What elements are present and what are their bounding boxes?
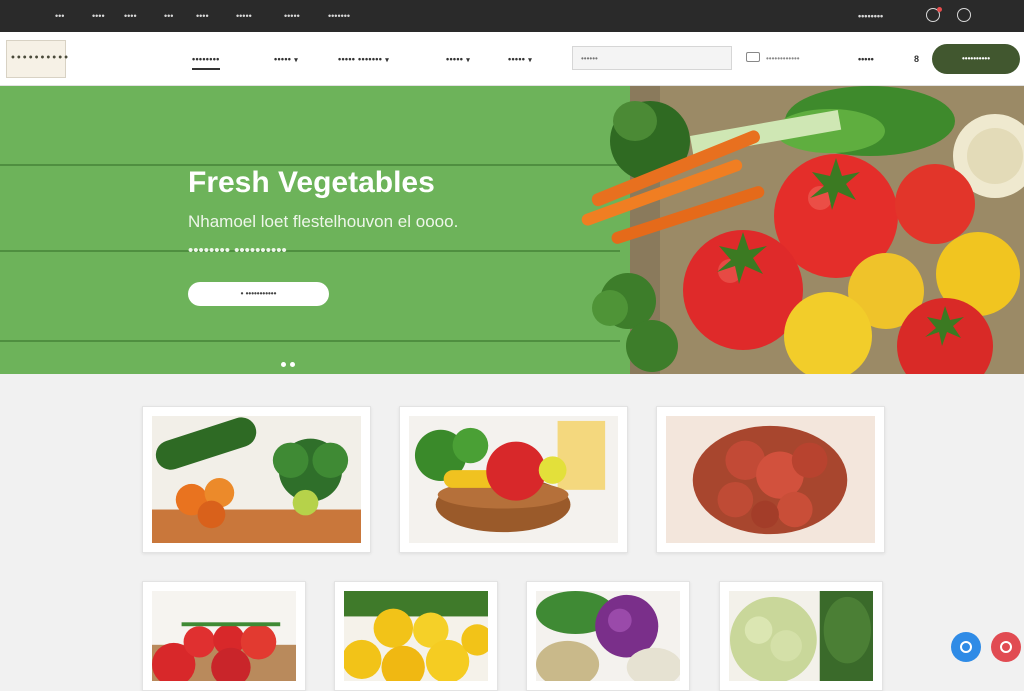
product-card-cabbage[interactable] — [526, 581, 690, 691]
chevron-down-icon: ▾ — [294, 57, 299, 64]
nav-item-products[interactable]: ••••• ••••••• ▾ — [338, 54, 389, 64]
globe-icon[interactable] — [957, 8, 971, 22]
top-link[interactable]: •••• — [196, 11, 209, 21]
contact-text: •••••••••••• — [766, 54, 800, 63]
product-card-tomatoes[interactable] — [142, 581, 306, 691]
plank-line — [0, 340, 620, 342]
logo-text: •••••••••• — [10, 53, 69, 64]
top-link[interactable]: ••• — [164, 11, 173, 21]
chevron-down-icon: ▾ — [466, 57, 471, 64]
hero-banner: Fresh Vegetables Nhamoel loet flestelhou… — [0, 86, 1024, 374]
nav-item-pages[interactable]: ••••• ▾ — [446, 54, 470, 64]
top-bar: ••• •••• •••• ••• •••• ••••• ••••• •••••… — [0, 0, 1024, 32]
chevron-down-icon: ▾ — [385, 57, 390, 64]
top-link[interactable]: ••• — [55, 11, 64, 21]
hero-subtitle-2: •••••••• •••••••••• — [188, 242, 287, 259]
notification-dot — [937, 7, 942, 12]
product-card-fruit-bowl[interactable] — [399, 406, 628, 553]
fruit-bowl-image — [409, 416, 618, 543]
hero-shop-button[interactable]: • ••••••••••• — [188, 282, 329, 306]
product-card-strawberries[interactable] — [656, 406, 885, 553]
tomatoes-image — [152, 591, 296, 681]
top-link[interactable]: •••• — [92, 11, 105, 21]
nav-item-shop[interactable]: ••••• ▾ — [274, 54, 298, 64]
main-navbar: •••••••••• •••••••• ••••• ▾ ••••• •••••••… — [0, 32, 1024, 86]
slider-dot[interactable] — [290, 362, 295, 367]
nav-item-more[interactable]: ••••• ▾ — [508, 54, 532, 64]
cauliflower-image — [729, 591, 873, 681]
cta-button[interactable]: •••••••••• — [932, 44, 1020, 74]
search-input[interactable] — [572, 46, 732, 70]
mail-icon[interactable] — [746, 52, 760, 62]
cabbage-image — [536, 591, 680, 681]
hero-title: Fresh Vegetables — [188, 166, 435, 199]
slider-dots — [281, 354, 299, 372]
product-card-yellow-peppers[interactable] — [334, 581, 498, 691]
account-link[interactable]: ••••• — [858, 54, 874, 64]
nav-item-home[interactable]: •••••••• — [192, 54, 220, 70]
help-icon-glyph — [1000, 641, 1012, 653]
chevron-down-icon: ▾ — [528, 57, 533, 64]
product-card-cauliflower[interactable] — [719, 581, 883, 691]
top-account-link[interactable]: •••••••• — [858, 11, 883, 21]
strawberries-image — [666, 416, 875, 543]
hero-vegetables-image — [581, 86, 1024, 374]
help-icon[interactable] — [991, 632, 1021, 662]
top-link[interactable]: •••• — [124, 11, 137, 21]
top-link[interactable]: ••••••• — [328, 11, 350, 21]
yellow-peppers-image — [344, 591, 488, 681]
product-card-vegetables[interactable] — [142, 406, 371, 553]
top-link[interactable]: ••••• — [236, 11, 252, 21]
cart-count[interactable]: 8 — [914, 54, 919, 64]
plank-line — [0, 250, 620, 252]
chat-icon-glyph — [960, 641, 972, 653]
slider-dot[interactable] — [281, 362, 286, 367]
chat-icon[interactable] — [951, 632, 981, 662]
vegetables-image — [152, 416, 361, 543]
top-link[interactable]: ••••• — [284, 11, 300, 21]
hero-subtitle: Nhamoel loet flestelhouvon el oooo. — [188, 212, 459, 231]
